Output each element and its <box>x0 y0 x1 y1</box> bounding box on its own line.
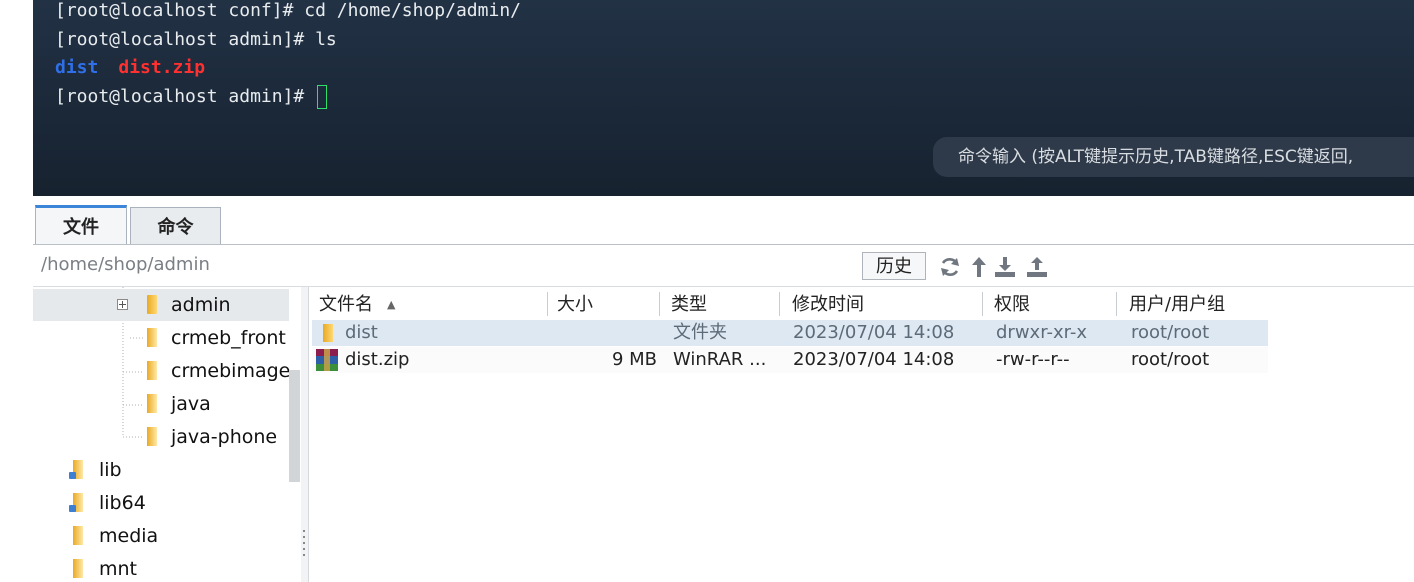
splitter-grip <box>303 542 305 544</box>
file-owner: root/root <box>1131 349 1210 370</box>
sort-ascending-icon: ▲ <box>387 298 396 311</box>
column-separator[interactable] <box>982 292 983 316</box>
ls-dir-entry: dist <box>55 57 99 78</box>
file-permissions: drwxr-xr-x <box>996 322 1087 343</box>
history-button[interactable]: 历史 <box>862 252 926 280</box>
tab-command[interactable]: 命令 <box>130 207 221 244</box>
tree-item-crmeb-front[interactable]: crmeb_front <box>33 322 289 354</box>
tree-item-label: media <box>99 525 159 547</box>
ls-zip-entry: dist.zip <box>118 57 206 78</box>
file-modified: 2023/07/04 14:08 <box>793 349 955 370</box>
terminal-cursor <box>317 84 328 109</box>
tree-item-java-phone[interactable]: java-phone <box>33 421 289 453</box>
splitter-grip <box>303 536 305 538</box>
file-type: WinRAR ... <box>673 349 767 370</box>
column-separator[interactable] <box>779 292 780 316</box>
tree-item-label: mnt <box>99 558 137 580</box>
splitter-grip <box>303 554 305 556</box>
tree-item-crmebimage[interactable]: crmebimage <box>33 355 291 387</box>
tree-item-label: crmeb_front <box>171 327 286 349</box>
tree-item-lib[interactable]: lib <box>33 454 289 486</box>
tree-item-mnt[interactable]: mnt <box>33 553 289 582</box>
shortcut-arrow-icon <box>69 505 76 512</box>
file-permissions: -rw-r--r-- <box>996 349 1070 370</box>
terminal-line: [root@localhost conf]# cd /home/shop/adm… <box>55 0 521 21</box>
tree-item-label: java <box>171 393 211 415</box>
path-bar: /home/shop/admin 历史 <box>33 245 1414 287</box>
download-icon[interactable] <box>993 255 1017 279</box>
column-separator[interactable] <box>659 292 660 316</box>
file-type: 文件夹 <box>673 322 727 343</box>
expand-toggle-icon[interactable] <box>117 299 128 310</box>
winrar-icon <box>316 349 338 371</box>
tree-scrollbar[interactable] <box>289 370 300 482</box>
tree-item-label: lib64 <box>99 492 146 514</box>
terminal-prompt-line: [root@localhost admin]# <box>55 83 521 112</box>
tree-item-java[interactable]: java <box>33 388 289 420</box>
tree-item-admin[interactable]: admin <box>33 289 289 321</box>
folder-icon <box>147 361 157 380</box>
file-size: 9 MB <box>611 349 657 370</box>
tab-file[interactable]: 文件 <box>35 205 127 244</box>
splitter-grip <box>303 530 305 532</box>
path-input[interactable]: /home/shop/admin <box>41 254 210 275</box>
column-header-type[interactable]: 类型 <box>671 290 707 320</box>
ls-output-line: dist dist.zip <box>55 54 521 83</box>
column-header-name[interactable]: 文件名 ▲ <box>319 290 395 320</box>
command-input-hint[interactable]: 命令输入 (按ALT键提示历史,TAB键路径,ESC键返回, <box>933 137 1414 177</box>
up-arrow-icon[interactable] <box>967 255 991 279</box>
file-owner: root/root <box>1131 322 1210 343</box>
file-size <box>557 320 657 346</box>
column-header-label: 文件名 <box>319 294 373 315</box>
column-header-size[interactable]: 大小 <box>557 290 593 320</box>
app-window: [root@localhost conf]# cd /home/shop/adm… <box>0 0 1414 582</box>
terminal-output: [root@localhost conf]# cd /home/shop/adm… <box>55 0 521 111</box>
tree-item-label: java-phone <box>171 426 278 448</box>
folder-icon <box>323 324 333 342</box>
upload-icon[interactable] <box>1025 255 1049 279</box>
refresh-icon[interactable] <box>938 255 962 279</box>
column-separator[interactable] <box>1116 292 1117 316</box>
tree-item-label: admin <box>171 294 231 316</box>
column-separator[interactable] <box>547 292 548 316</box>
folder-icon <box>73 526 83 545</box>
column-header-owner[interactable]: 用户/用户组 <box>1129 290 1225 320</box>
file-row-dist-zip[interactable]: dist.zip 9 MB WinRAR ... 2023/07/04 14:0… <box>312 347 1268 373</box>
folder-icon <box>147 427 157 446</box>
column-header-modified[interactable]: 修改时间 <box>792 290 864 320</box>
tab-bar: 文件 命令 <box>33 196 1414 245</box>
file-name: dist <box>345 322 378 343</box>
file-name: dist.zip <box>345 349 410 370</box>
file-row-dist[interactable]: dist 文件夹 2023/07/04 14:08 drwxr-xr-x roo… <box>312 320 1268 346</box>
pane-splitter[interactable] <box>301 287 309 582</box>
folder-icon <box>147 295 157 314</box>
splitter-grip <box>303 548 305 550</box>
terminal-prompt: [root@localhost admin]# <box>55 85 305 107</box>
tree-item-label: lib <box>99 459 122 481</box>
folder-icon <box>73 559 83 578</box>
column-header-permissions[interactable]: 权限 <box>994 290 1030 320</box>
tree-item-label: crmebimage <box>171 360 291 382</box>
tree-item-lib64[interactable]: lib64 <box>33 487 289 519</box>
terminal-line: [root@localhost admin]# ls <box>55 28 337 50</box>
terminal-pane[interactable]: [root@localhost conf]# cd /home/shop/adm… <box>33 0 1414 196</box>
folder-icon <box>147 328 157 347</box>
tree-item-media[interactable]: media <box>33 520 289 552</box>
file-list[interactable]: 文件名 ▲ 大小 类型 修改时间 权限 用户/用户组 dist 文件夹 2023/… <box>309 287 1414 582</box>
shortcut-arrow-icon <box>69 472 76 479</box>
folder-icon <box>147 394 157 413</box>
directory-tree[interactable]: admin crmeb_front crmebimage java java-p… <box>33 287 302 582</box>
file-modified: 2023/07/04 14:08 <box>793 322 955 343</box>
